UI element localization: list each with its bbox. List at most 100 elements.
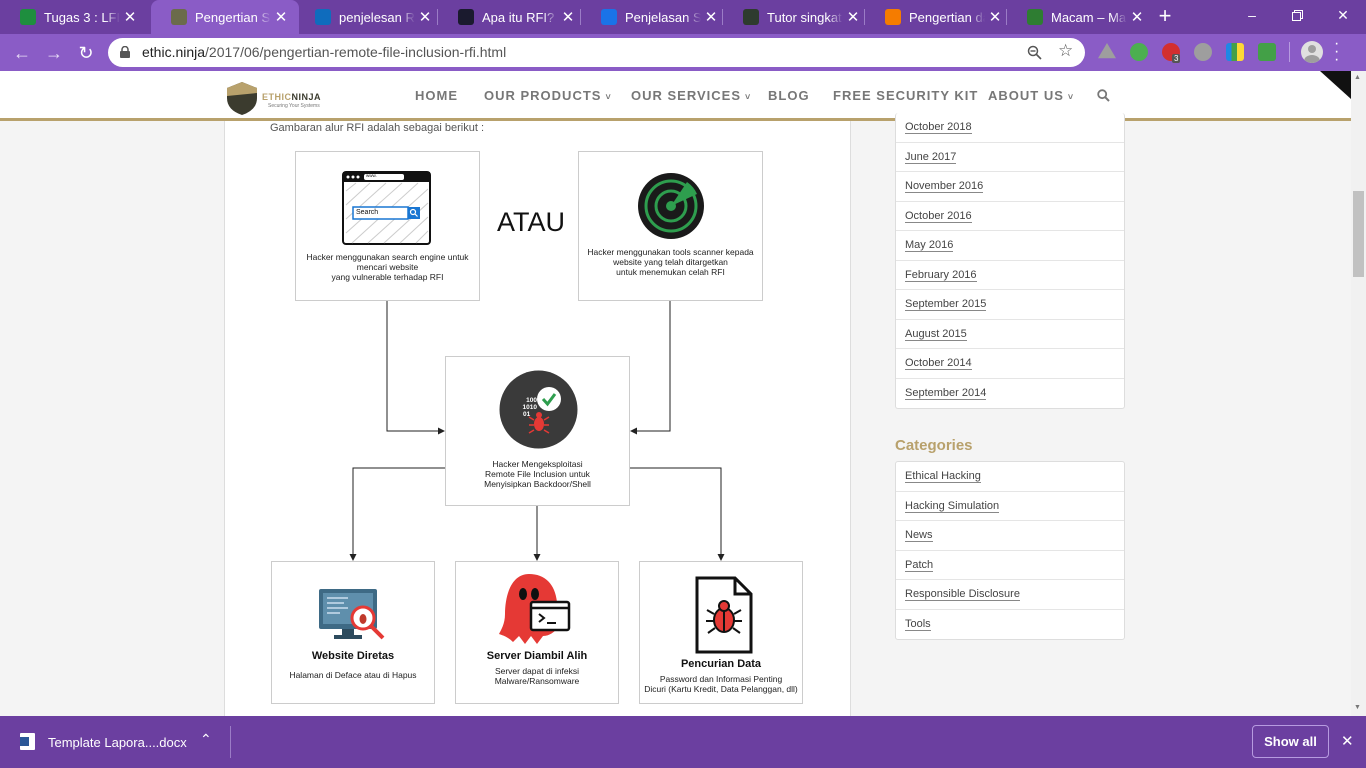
close-download-bar-icon[interactable]: ✕ [1341,732,1354,750]
archive-item[interactable]: August 2015 [896,320,1124,349]
archive-item[interactable]: May 2016 [896,231,1124,261]
tab-5[interactable]: Penjelasan Sing✕ [581,0,729,34]
archive-item[interactable]: October 2018 [896,113,1124,143]
scrollbar-thumb[interactable] [1353,191,1364,277]
archive-item[interactable]: June 2017 [896,143,1124,172]
chevron-down-icon: ˅ [745,92,752,102]
menu-label: FREE SECURITY KIT [833,88,979,103]
category-link[interactable]: News [905,529,933,542]
menu-item-our-products[interactable]: OUR PRODUCTS ˅ [484,88,612,103]
menu-item-our-services[interactable]: OUR SERVICES ˅ [631,88,751,103]
category-link[interactable]: Responsible Disclosure [905,588,1020,601]
profile-avatar[interactable] [1301,41,1323,63]
archive-item[interactable]: October 2016 [896,202,1124,231]
minimize-button[interactable]: – [1229,0,1275,32]
archive-link[interactable]: October 2014 [905,357,972,370]
archive-item[interactable]: October 2014 [896,349,1124,379]
tab-separator [864,9,865,25]
category-link[interactable]: Tools [905,617,931,631]
tab-close-icon[interactable]: ✕ [558,8,578,26]
archive-link[interactable]: November 2016 [905,180,984,193]
archive-link[interactable]: May 2016 [905,239,954,252]
menu-item-home[interactable]: HOME [415,88,458,103]
tab-close-icon[interactable]: ✕ [985,8,1005,26]
scroll-down-arrow[interactable]: ▼ [1354,704,1361,711]
back-button[interactable]: ← [10,41,34,65]
tab-7[interactable]: Pengertian dan✕ [865,0,1013,34]
category-item[interactable]: Responsible Disclosure [896,580,1124,610]
tab-close-icon[interactable]: ✕ [1127,8,1147,26]
archive-link[interactable]: September 2014 [905,386,987,400]
address-bar[interactable]: ethic.ninja/2017/06/pengertian-remote-fi… [108,38,1085,67]
tab-2[interactable]: Pengertian Sen✕ [151,0,299,34]
tab-close-icon[interactable]: ✕ [120,8,140,26]
tab-close-icon[interactable]: ✕ [843,8,863,26]
page-scrollbar[interactable]: ▲ ▼ [1351,71,1366,716]
close-window-button[interactable]: ✕ [1320,0,1366,32]
archive-item[interactable]: September 2015 [896,290,1124,320]
tab-close-icon[interactable]: ✕ [415,8,435,26]
box1-line: Hacker menggunakan search engine untuk [306,252,469,262]
category-link[interactable]: Hacking Simulation [905,499,1000,513]
menu-item-free-security-kit[interactable]: FREE SECURITY KIT [833,88,978,103]
search-icon[interactable] [1097,89,1110,102]
archive-link[interactable]: October 2018 [905,121,972,134]
forward-button[interactable]: → [42,41,66,65]
corner-ribbon[interactable] [1320,71,1351,99]
archive-link[interactable]: June 2017 [905,150,957,164]
tab-8[interactable]: Macam – Maca✕ [1007,0,1155,34]
categories-widget: Ethical Hacking Hacking Simulation News Pat… [895,461,1125,640]
category-item[interactable]: Patch [896,551,1124,580]
hacked-monitor-icon [319,589,385,640]
category-item[interactable]: Tools [896,610,1124,640]
wordpress-extension-icon[interactable] [1194,43,1212,61]
box5-line: Malware/Ransomware [494,676,580,686]
tab-3[interactable]: penjelesan RFI✕ [295,0,443,34]
tab-strip: Tugas 3 : LFI da✕Pengertian Sen✕penjeles… [0,0,1366,34]
menu-label: HOME [415,88,458,103]
grammar-extension-icon[interactable] [1258,43,1276,61]
box2-line: Hacker menggunakan tools scanner kepada [587,247,754,257]
menu-item-about-us[interactable]: ABOUT US ˅ [988,88,1074,103]
radar-icon [638,173,704,239]
show-all-button[interactable]: Show all [1252,725,1329,758]
new-tab-button[interactable]: + [1152,3,1178,29]
category-link[interactable]: Ethical Hacking [905,470,981,483]
archive-item[interactable]: November 2016 [896,172,1124,202]
menu-kebab-icon[interactable]: · · · [1334,36,1339,68]
box1-line: yang vulnerable terhadap RFI [331,272,444,282]
stats-extension-icon[interactable] [1226,43,1244,61]
tab-title: penjelesan RFI [339,9,415,25]
globe-extension-icon[interactable] [1130,43,1148,61]
box1-text: Hacker menggunakan search engine untuk m… [296,252,479,282]
archive-item[interactable]: February 2016 [896,261,1124,290]
tab-4[interactable]: Apa itu RFI? Pe✕ [438,0,586,34]
category-item[interactable]: Ethical Hacking [896,462,1124,492]
tab-close-icon[interactable]: ✕ [271,8,291,26]
tab-title: Apa itu RFI? Pe [482,9,558,25]
reload-button[interactable]: ↻ [74,41,98,65]
tab-close-icon[interactable]: ✕ [701,8,721,26]
tab-6[interactable]: Tutor singkat F✕ [723,0,871,34]
tab-1[interactable]: Tugas 3 : LFI da✕ [0,0,148,34]
tab-title: Pengertian Sen [195,9,271,25]
download-chevron-up-icon[interactable]: ⌃ [200,731,212,748]
category-link[interactable]: Patch [905,558,934,572]
tab-title: Macam – Maca [1051,9,1127,25]
menu-item-blog[interactable]: BLOG [768,88,810,103]
bookmark-star-icon[interactable]: ☆ [1058,41,1073,61]
download-item[interactable]: Template Lapora....docx ⌃ [0,716,230,768]
word-doc-icon [20,733,35,750]
restore-button[interactable] [1274,0,1320,32]
tab-title: Penjelasan Sing [625,9,701,25]
archive-link[interactable]: August 2015 [905,327,967,341]
drive-extension-icon[interactable] [1098,43,1116,59]
scroll-up-arrow[interactable]: ▲ [1354,74,1361,81]
archive-link[interactable]: February 2016 [905,268,977,282]
archive-item[interactable]: September 2014 [896,379,1124,409]
category-item[interactable]: Hacking Simulation [896,492,1124,521]
zoom-icon[interactable] [1027,45,1042,60]
category-item[interactable]: News [896,521,1124,551]
archive-link[interactable]: October 2016 [905,209,972,223]
archive-link[interactable]: September 2015 [905,298,987,311]
